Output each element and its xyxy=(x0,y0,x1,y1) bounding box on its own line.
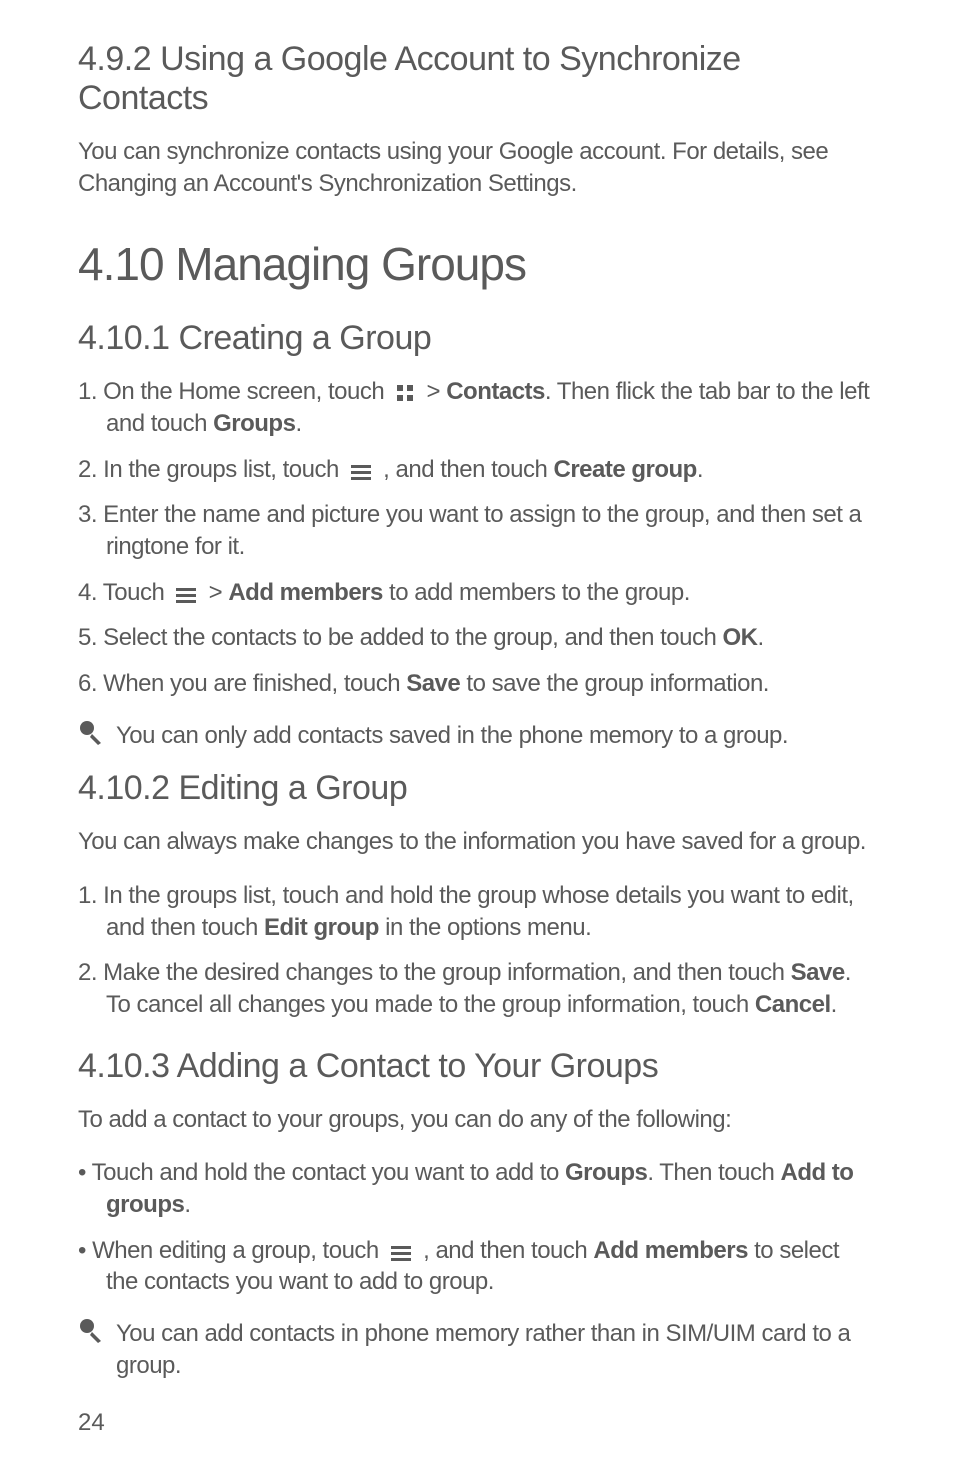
menu-icon xyxy=(176,587,196,603)
text: 2. Make the desired changes to the group… xyxy=(78,959,791,986)
text: . xyxy=(697,456,703,483)
bold-text: Create group xyxy=(553,456,696,483)
body-4-9-2: You can synchronize contacts using your … xyxy=(78,136,876,199)
text: 5. Select the contacts to be added to th… xyxy=(78,624,723,651)
heading-4-10-2: 4.10.2 Editing a Group xyxy=(78,769,876,808)
text: 2. In the groups list, touch xyxy=(78,456,345,483)
body-4-10-3: To add a contact to your groups, you can… xyxy=(78,1104,876,1136)
bold-text: Add members xyxy=(593,1237,748,1264)
text: . xyxy=(758,624,764,651)
step-4-10-1-5: 5. Select the contacts to be added to th… xyxy=(78,622,876,654)
step-4-10-2-2: 2. Make the desired changes to the group… xyxy=(78,957,876,1020)
page-number: 24 xyxy=(78,1409,876,1437)
tip-icon xyxy=(78,1318,104,1344)
menu-icon xyxy=(391,1245,411,1261)
bullet-4-10-3-2: • When editing a group, touch , and then… xyxy=(78,1235,876,1298)
heading-4-9-2: 4.9.2 Using a Google Account to Synchron… xyxy=(78,40,876,118)
text: , and then touch xyxy=(423,1237,593,1264)
apps-grid-icon xyxy=(396,384,414,402)
text: 6. When you are finished, touch xyxy=(78,670,406,697)
text: • When editing a group, touch xyxy=(78,1237,385,1264)
body-4-10-2: You can always make changes to the infor… xyxy=(78,826,876,858)
step-4-10-2-1: 1. In the groups list, touch and hold th… xyxy=(78,880,876,943)
text: > xyxy=(427,378,447,405)
bold-text: Groups xyxy=(213,410,295,437)
document-page: 4.9.2 Using a Google Account to Synchron… xyxy=(0,0,954,1467)
text: . xyxy=(184,1191,190,1218)
note-text: You can add contacts in phone memory rat… xyxy=(116,1318,876,1381)
text: . xyxy=(831,991,837,1018)
bold-text: Groups xyxy=(565,1159,647,1186)
heading-4-10-1: 4.10.1 Creating a Group xyxy=(78,319,876,358)
text: > xyxy=(209,579,229,606)
text: • Touch and hold the contact you want to… xyxy=(78,1159,565,1186)
bold-text: Contacts xyxy=(446,378,545,405)
heading-4-10-3: 4.10.3 Adding a Contact to Your Groups xyxy=(78,1047,876,1086)
bullet-4-10-3-1: • Touch and hold the contact you want to… xyxy=(78,1157,876,1220)
bold-text: Cancel xyxy=(755,991,831,1018)
menu-icon xyxy=(351,464,371,480)
text: 1. On the Home screen, touch xyxy=(78,378,390,405)
step-4-10-1-2: 2. In the groups list, touch , and then … xyxy=(78,454,876,486)
heading-4-10: 4.10 Managing Groups xyxy=(78,237,876,291)
step-4-10-1-1: 1. On the Home screen, touch > Contacts.… xyxy=(78,376,876,439)
text: in the options menu. xyxy=(379,914,591,941)
step-4-10-1-6: 6. When you are finished, touch Save to … xyxy=(78,668,876,700)
text: . Then touch xyxy=(647,1159,780,1186)
note-4-10-1: You can only add contacts saved in the p… xyxy=(78,720,876,752)
bold-text: Edit group xyxy=(264,914,379,941)
bold-text: Save xyxy=(791,959,845,986)
tip-icon xyxy=(78,720,104,746)
text: to save the group information. xyxy=(460,670,769,697)
text: 4. Touch xyxy=(78,579,170,606)
text: . xyxy=(295,410,301,437)
bold-text: OK xyxy=(723,624,758,651)
text: to add members to the group. xyxy=(383,579,690,606)
text: , and then touch xyxy=(383,456,553,483)
bold-text: Add members xyxy=(228,579,383,606)
note-text: You can only add contacts saved in the p… xyxy=(116,720,788,752)
step-4-10-1-3: 3. Enter the name and picture you want t… xyxy=(78,499,876,562)
note-4-10-3: You can add contacts in phone memory rat… xyxy=(78,1318,876,1381)
bold-text: Save xyxy=(406,670,460,697)
step-4-10-1-4: 4. Touch > Add members to add members to… xyxy=(78,577,876,609)
